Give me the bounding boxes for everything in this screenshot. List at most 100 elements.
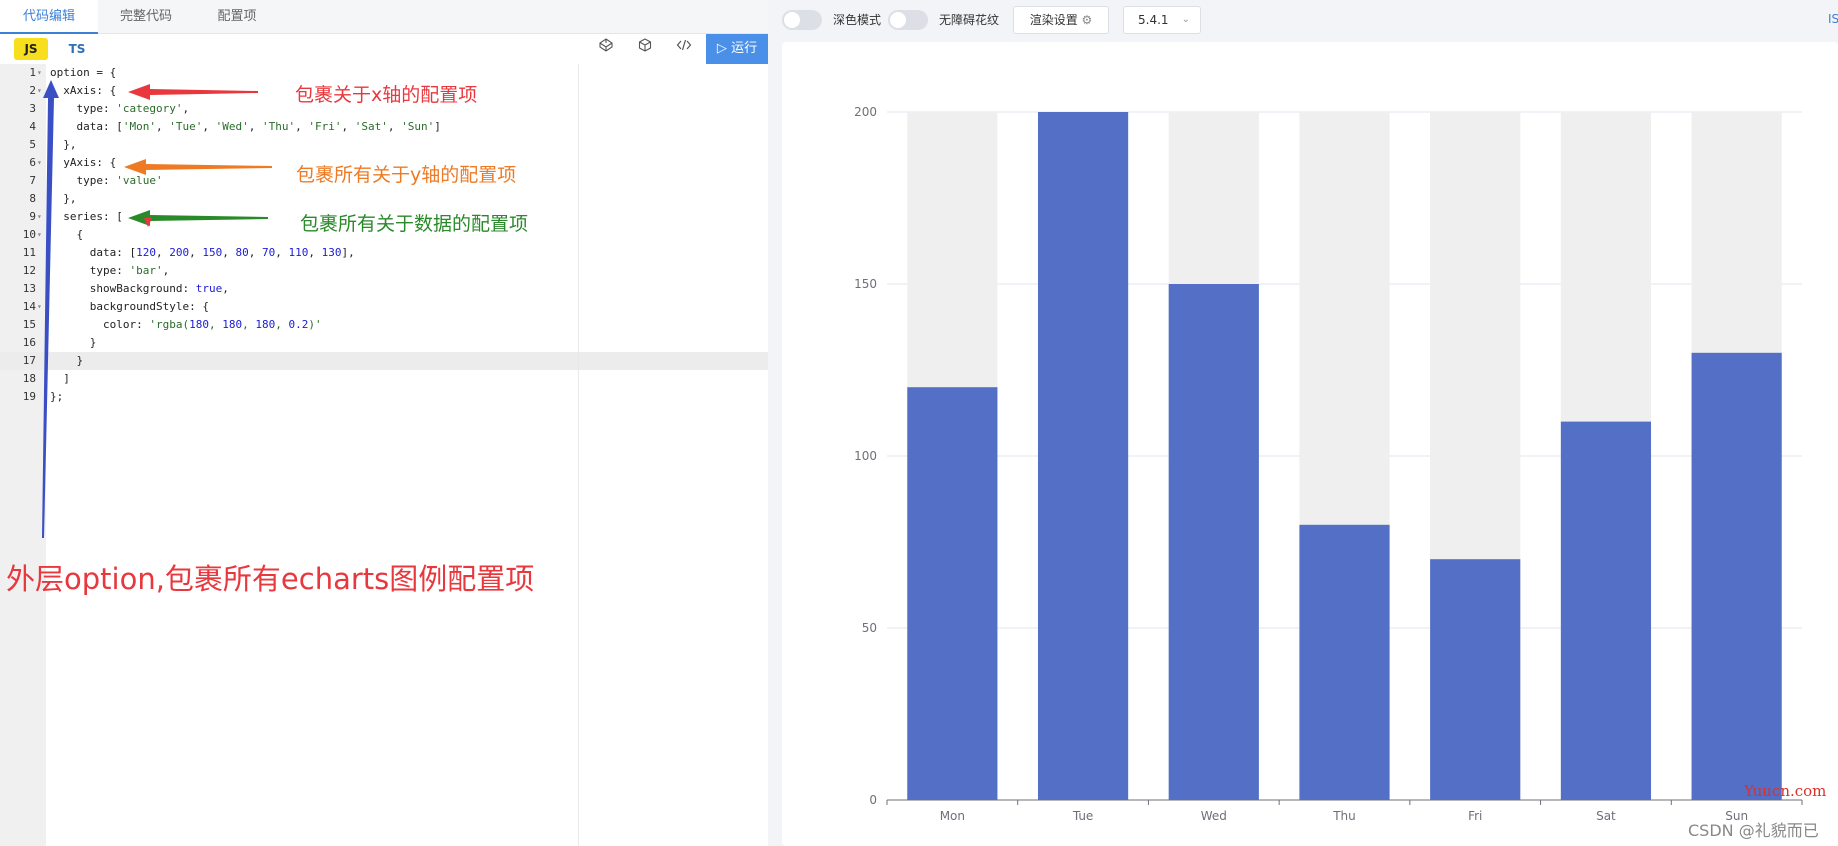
format-code-icon[interactable] [673, 38, 695, 60]
y-tick-label: 0 [869, 793, 877, 807]
code-text: data: [120, 200, 150, 80, 70, 110, 130], [50, 246, 355, 259]
render-settings-label: 渲染设置 [1029, 13, 1078, 27]
code-text: option = { [50, 66, 117, 79]
preview-panel: 深色模式 无障碍花纹 渲染设置 ⚙ 5.4.1 ⌄ IS 0 50 100 150 20… [768, 0, 1838, 846]
annotation-outer-option: 外层option,包裹所有echarts图例配置项 [6, 562, 535, 596]
code-line: 11 data: [120, 200, 150, 80, 70, 110, 13… [0, 244, 768, 262]
codesandbox-icon[interactable] [634, 38, 656, 60]
x-tick-label: Thu [1332, 809, 1356, 823]
editor-tabbar: 代码编辑 完整代码 配置项 [0, 0, 768, 34]
code-text: ] [50, 372, 70, 385]
line-number: 13 [22, 282, 36, 295]
version-select[interactable]: 5.4.1 ⌄ [1123, 6, 1201, 34]
x-tick-label: Tue [1072, 809, 1094, 823]
annotation-y-axis: 包裹所有关于y轴的配置项 [296, 164, 517, 186]
a11y-pattern-toggle[interactable] [888, 10, 928, 30]
code-text: backgroundStyle: { [50, 300, 209, 313]
code-editor-panel: 代码编辑 完整代码 配置项 JS TS ▷ 运行 1 ▾ option = {2 ▾ … [0, 0, 768, 846]
code-text: series: [ [50, 210, 123, 223]
annotation-series: 包裹所有关于数据的配置项 [300, 213, 529, 235]
editor-toolbar: JS TS ▷ 运行 [0, 34, 768, 64]
code-line: 13 showBackground: true, [0, 280, 768, 298]
code-text: showBackground: true, [50, 282, 229, 295]
x-tick-label: Fri [1468, 809, 1482, 823]
code-text: } [50, 354, 84, 367]
bar [1560, 421, 1652, 800]
line-number: 18 [22, 372, 36, 385]
line-number: 10 [22, 228, 36, 241]
line-number: 6 [29, 156, 36, 169]
js-button[interactable]: JS [14, 38, 48, 60]
bar-chart: 050100150200Mon Tue Wed Thu Fri Sat Sun [854, 105, 1803, 823]
code-text: xAxis: { [50, 84, 117, 97]
annotation-x-axis: 包裹关于x轴的配置项 [295, 84, 478, 106]
y-tick-label: 150 [854, 277, 877, 291]
line-number: 1 [29, 66, 36, 79]
run-button-label: 运行 [731, 41, 758, 56]
fold-toggle-icon[interactable]: ▾ [37, 226, 45, 244]
bar [907, 387, 998, 800]
code-line: 14 ▾ backgroundStyle: { [0, 298, 768, 316]
line-number: 3 [29, 102, 36, 115]
bar [1168, 284, 1259, 800]
line-number: 11 [22, 246, 36, 259]
codepen-icon[interactable] [595, 38, 617, 60]
tab-code-edit[interactable]: 代码编辑 [0, 0, 98, 34]
x-tick-label: Wed [1201, 809, 1227, 823]
run-button[interactable]: ▷ 运行 [706, 34, 768, 64]
gear-icon: ⚙ [1081, 13, 1093, 27]
dark-mode-label: 深色模式 [833, 13, 882, 27]
tab-full-code[interactable]: 完整代码 [98, 0, 194, 34]
code-line: 17 } [0, 352, 768, 370]
render-settings-button[interactable]: 渲染设置 ⚙ [1013, 6, 1109, 34]
fold-toggle-icon[interactable]: ▾ [37, 64, 45, 82]
code-text: color: 'rgba(180, 180, 180, 0.2)' [50, 318, 322, 331]
a11y-pattern-label: 无障碍花纹 [939, 13, 1000, 27]
watermark-site: Yuucn.com [1744, 782, 1827, 800]
version-value: 5.4.1 [1138, 13, 1169, 27]
line-number: 8 [29, 192, 36, 205]
bar [1691, 352, 1782, 800]
line-number: 7 [29, 174, 36, 187]
x-tick-label: Mon [940, 809, 965, 823]
code-text: data: ['Mon', 'Tue', 'Wed', 'Thu', 'Fri'… [50, 120, 441, 133]
code-line: 16 } [0, 334, 768, 352]
code-line: 8 }, [0, 190, 768, 208]
right-edge-text: IS [1828, 12, 1838, 26]
watermark-author: CSDN @礼貌而已 [1688, 821, 1819, 840]
fold-toggle-icon[interactable]: ▾ [37, 154, 45, 172]
code-text: yAxis: { [50, 156, 117, 169]
y-tick-label: 50 [862, 621, 877, 635]
code-line: 19}; [0, 388, 768, 406]
line-number: 5 [29, 138, 36, 151]
fold-toggle-icon[interactable]: ▾ [37, 82, 45, 100]
line-number: 12 [22, 264, 36, 277]
code-line: 5 }, [0, 136, 768, 154]
code-text: }, [50, 192, 77, 205]
chevron-down-icon: ⌄ [1181, 14, 1190, 25]
code-line: 4 data: ['Mon', 'Tue', 'Wed', 'Thu', 'Fr… [0, 118, 768, 136]
play-circle-icon: ▷ [716, 41, 727, 56]
code-text: type: 'bar', [50, 264, 170, 277]
code-text: }, [50, 138, 77, 151]
line-number: 15 [22, 318, 36, 331]
code-line: 18 ] [0, 370, 768, 388]
bar [1037, 112, 1129, 800]
dark-mode-toggle[interactable] [782, 10, 822, 30]
preview-toolbar: 深色模式 无障碍花纹 渲染设置 ⚙ 5.4.1 ⌄ IS [768, 0, 1838, 40]
ts-button[interactable]: TS [62, 38, 92, 60]
line-number: 4 [29, 120, 36, 133]
tab-options[interactable]: 配置项 [194, 0, 280, 34]
line-number: 16 [22, 336, 36, 349]
line-number: 2 [29, 84, 36, 97]
x-tick-label: Sat [1596, 809, 1616, 823]
y-tick-label: 100 [854, 449, 877, 463]
line-number: 17 [22, 354, 36, 367]
line-number: 14 [22, 300, 36, 313]
line-number: 19 [22, 390, 36, 403]
fold-toggle-icon[interactable]: ▾ [37, 298, 45, 316]
chart-card: 0 50 100 150 200 Mon Tue Wed Thu Fri Sat Sun [782, 42, 1838, 846]
fold-toggle-icon[interactable]: ▾ [37, 208, 45, 226]
code-line: 12 type: 'bar', [0, 262, 768, 280]
code-text: } [50, 336, 97, 349]
